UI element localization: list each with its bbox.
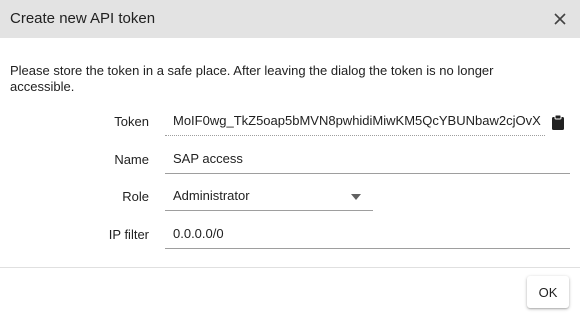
footer-divider	[0, 267, 580, 268]
ip-filter-label: IP filter	[108, 227, 149, 242]
name-label: Name	[114, 152, 149, 167]
token-notice: Please store the token in a safe place. …	[10, 63, 494, 94]
token-value: MoIF0wg_TkZ5oap5bMVN8pwhidiMiwKM5QcYBUNb…	[173, 113, 541, 128]
role-selected-value: Administrator	[173, 188, 250, 203]
ip-filter-input[interactable]	[173, 226, 563, 241]
name-input[interactable]	[173, 151, 563, 166]
role-select[interactable]: Administrator	[165, 183, 373, 211]
token-label: Token	[114, 114, 149, 129]
token-field: MoIF0wg_TkZ5oap5bMVN8pwhidiMiwKM5QcYBUNb…	[165, 108, 545, 136]
dialog-titlebar: Create new API token	[0, 0, 580, 38]
clipboard-icon[interactable]	[551, 114, 565, 130]
caret-down-icon	[351, 194, 361, 200]
close-button[interactable]	[548, 8, 572, 30]
role-label: Role	[122, 189, 149, 204]
dialog-title: Create new API token	[10, 10, 156, 27]
ip-filter-field[interactable]	[165, 221, 570, 249]
close-icon[interactable]	[554, 13, 566, 25]
ok-button[interactable]: OK	[527, 276, 569, 308]
name-field[interactable]	[165, 146, 570, 174]
